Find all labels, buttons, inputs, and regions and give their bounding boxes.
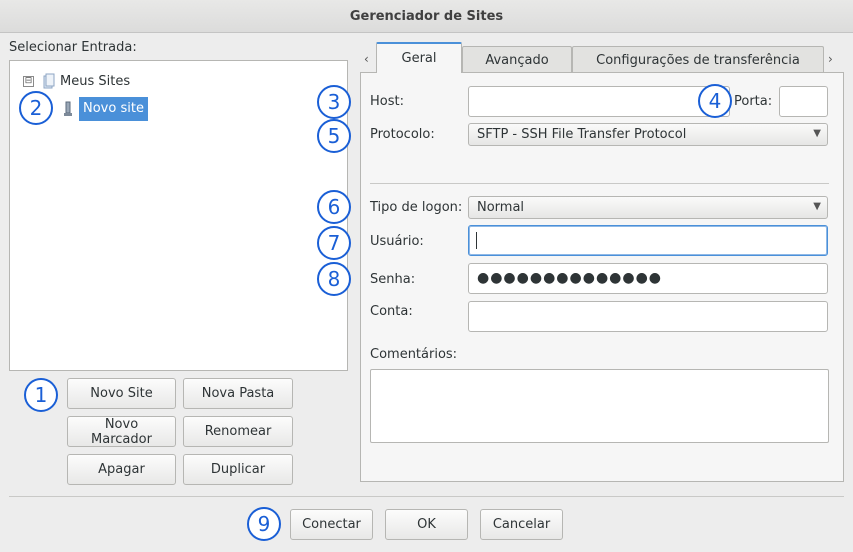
tab-general[interactable]: Geral	[376, 42, 462, 73]
user-label: Usuário:	[370, 234, 424, 249]
delete-button[interactable]: Apagar	[67, 454, 176, 485]
footer-divider	[9, 496, 844, 497]
site-icon	[63, 101, 73, 117]
text-caret	[476, 232, 477, 249]
tree-item-my-sites[interactable]: ⊟ Meus Sites	[23, 70, 130, 92]
account-input[interactable]	[468, 301, 828, 332]
annotation-9: 9	[247, 507, 281, 541]
password-label: Senha:	[370, 272, 416, 287]
logon-type-select[interactable]: Normal ▼	[468, 196, 828, 219]
folder-icon	[42, 73, 56, 89]
chevron-down-icon: ▼	[813, 128, 821, 139]
protocol-label: Protocolo:	[370, 127, 435, 142]
protocol-value: SFTP - SSH File Transfer Protocol	[477, 127, 687, 142]
annotation-1: 1	[24, 378, 58, 412]
protocol-select[interactable]: SFTP - SSH File Transfer Protocol ▼	[468, 123, 828, 146]
select-entry-label: Selecionar Entrada:	[9, 40, 137, 55]
annotation-3: 3	[317, 85, 351, 119]
account-label: Conta:	[370, 304, 413, 319]
window-title: Gerenciador de Sites	[0, 0, 853, 33]
comments-textarea[interactable]	[370, 369, 829, 443]
tab-scroll-right-icon[interactable]: ›	[828, 52, 833, 66]
annotation-6: 6	[317, 190, 351, 224]
duplicate-button[interactable]: Duplicar	[183, 454, 293, 485]
collapse-icon[interactable]: ⊟	[23, 75, 34, 87]
host-label: Host:	[370, 94, 404, 109]
new-folder-button[interactable]: Nova Pasta	[183, 378, 293, 409]
port-label: Porta:	[734, 94, 773, 109]
annotation-7: 7	[317, 226, 351, 260]
password-input[interactable]: ●●●●●●●●●●●●●●	[468, 263, 828, 294]
tab-transfer-settings[interactable]: Configurações de transferência	[572, 46, 824, 74]
tab-advanced[interactable]: Avançado	[462, 46, 572, 74]
logon-type-label: Tipo de logon:	[370, 200, 463, 215]
annotation-2: 2	[19, 91, 53, 125]
connect-button[interactable]: Conectar	[290, 509, 373, 540]
divider	[370, 183, 829, 184]
ok-button[interactable]: OK	[385, 509, 468, 540]
tab-scroll-left-icon[interactable]: ‹	[364, 52, 369, 66]
annotation-5: 5	[317, 119, 351, 153]
host-input[interactable]	[468, 86, 730, 117]
annotation-4: 4	[698, 84, 732, 118]
new-bookmark-button[interactable]: Novo Marcador	[67, 416, 176, 447]
cancel-button[interactable]: Cancelar	[480, 509, 563, 540]
port-input[interactable]	[779, 86, 828, 117]
logon-type-value: Normal	[477, 200, 525, 215]
rename-button[interactable]: Renomear	[183, 416, 293, 447]
site-tree[interactable]: ⊟ Meus Sites Novo site	[9, 60, 348, 371]
tree-item-label: Meus Sites	[60, 73, 131, 89]
user-input[interactable]	[468, 225, 828, 256]
annotation-8: 8	[317, 262, 351, 296]
chevron-down-icon: ▼	[813, 201, 821, 212]
password-mask: ●●●●●●●●●●●●●●	[477, 270, 663, 286]
tree-item-new-site[interactable]: Novo site	[63, 96, 148, 122]
comments-label: Comentários:	[370, 347, 458, 362]
tree-item-label-selected: Novo site	[79, 97, 148, 121]
new-site-button[interactable]: Novo Site	[67, 378, 176, 409]
